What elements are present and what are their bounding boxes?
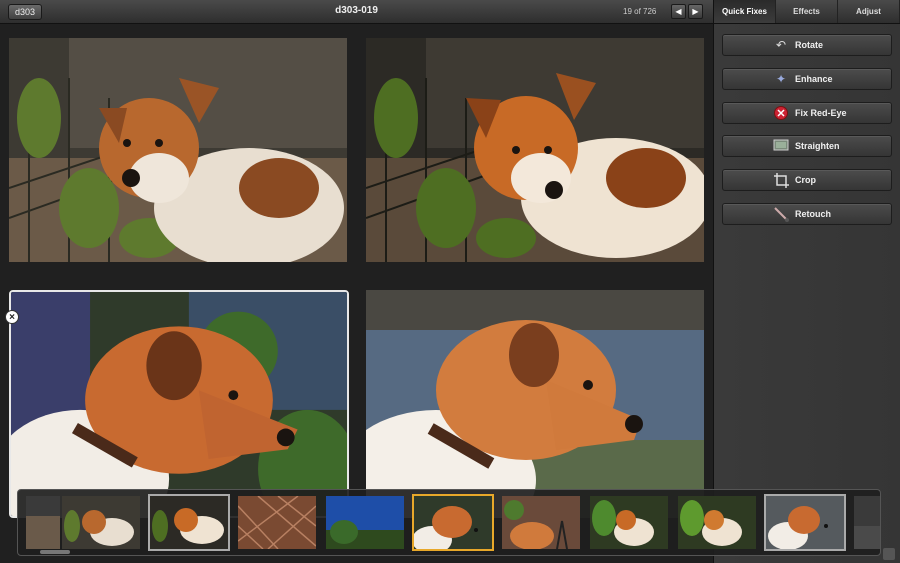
photo-title: d303-019 xyxy=(335,5,378,16)
enhance-label: Enhance xyxy=(795,73,833,84)
filmstrip-thumb-current[interactable] xyxy=(412,494,494,551)
retouch-label: Retouch xyxy=(795,208,831,219)
straighten-button[interactable]: Straighten xyxy=(722,135,892,158)
crop-button[interactable]: Crop xyxy=(722,169,892,192)
filmstrip-thumb[interactable] xyxy=(62,496,140,549)
photo-tile[interactable] xyxy=(9,38,347,262)
rotate-icon: ↶ xyxy=(775,38,787,52)
fix-red-eye-button[interactable]: Fix Red-Eye xyxy=(722,101,892,124)
filmstrip-thumb[interactable] xyxy=(326,496,404,549)
top-toolbar: d303 d303-019 19 of 726 ◀ ▶ xyxy=(0,0,713,24)
photo-tile-selected[interactable] xyxy=(9,290,349,518)
filmstrip-thumb[interactable] xyxy=(678,496,756,549)
photo-canvas: × xyxy=(0,24,713,563)
arrow-right-icon: ▶ xyxy=(692,7,699,16)
photo-tile[interactable] xyxy=(366,38,704,262)
rotate-label: Rotate xyxy=(795,40,824,50)
filmstrip-thumb-selected[interactable] xyxy=(148,494,230,551)
retouch-button[interactable]: Retouch xyxy=(722,202,892,225)
filmstrip-thumb[interactable] xyxy=(854,496,880,549)
crop-icon xyxy=(773,173,789,189)
filmstrip-thumb[interactable] xyxy=(26,496,60,549)
straighten-label: Straighten xyxy=(795,141,840,152)
retouch-brush-icon xyxy=(773,207,789,222)
dog-profile-image xyxy=(366,290,704,518)
crop-label: Crop xyxy=(795,175,816,186)
arrow-left-icon: ◀ xyxy=(675,7,682,16)
dog-profile-image xyxy=(11,292,347,516)
filmstrip[interactable] xyxy=(17,489,881,556)
red-eye-icon xyxy=(773,105,789,121)
edit-panel: Quick Fixes Effects Adjust ↶ Rotate ✦ En… xyxy=(713,0,900,563)
photo-counter: 19 of 726 xyxy=(623,7,657,16)
edit-tabs: Quick Fixes Effects Adjust xyxy=(714,0,900,24)
tab-effects[interactable]: Effects xyxy=(776,0,838,23)
filmstrip-thumb[interactable] xyxy=(590,496,668,549)
tab-adjust[interactable]: Adjust xyxy=(838,0,900,23)
filmstrip-thumb[interactable] xyxy=(502,496,580,549)
filmstrip-thumb[interactable] xyxy=(764,494,846,551)
back-to-album-button[interactable]: d303 xyxy=(8,4,43,20)
enhance-button[interactable]: ✦ Enhance xyxy=(722,67,892,90)
next-photo-button[interactable]: ▶ xyxy=(688,4,703,19)
panel-scroll-button[interactable] xyxy=(883,548,895,560)
previous-photo-button[interactable]: ◀ xyxy=(671,4,686,19)
photo-tile[interactable] xyxy=(366,290,704,518)
quick-fix-tools: ↶ Rotate ✦ Enhance Fix Red-Eye Straighte… xyxy=(714,24,900,225)
filmstrip-thumb[interactable] xyxy=(238,496,316,549)
straighten-icon xyxy=(773,139,789,154)
remove-photo-close-icon[interactable]: × xyxy=(5,310,19,324)
enhance-wand-icon: ✦ xyxy=(775,71,787,86)
fix-red-eye-label: Fix Red-Eye xyxy=(795,107,847,118)
tab-quick-fixes[interactable]: Quick Fixes xyxy=(714,0,776,23)
dog-photo-image xyxy=(366,38,704,262)
filmstrip-scroll-knob[interactable] xyxy=(40,550,70,554)
rotate-button[interactable]: ↶ Rotate xyxy=(722,34,892,56)
dog-photo-image xyxy=(9,38,347,262)
